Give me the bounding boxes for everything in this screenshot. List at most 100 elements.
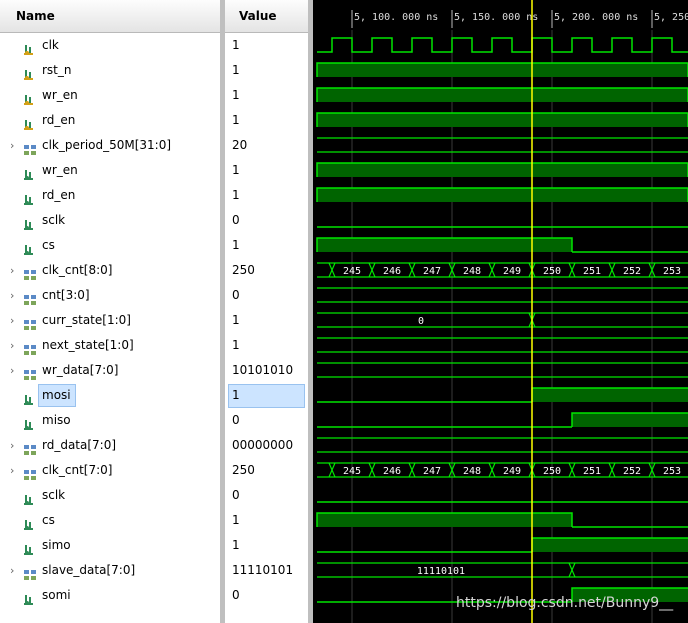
signal-value[interactable]: 250	[232, 258, 255, 283]
wire-signal-icon	[24, 240, 36, 255]
expand-chevron-icon[interactable]: ›	[10, 283, 14, 308]
signal-row[interactable]: › next_state[1:0]	[0, 333, 220, 358]
expand-chevron-icon[interactable]: ›	[10, 133, 14, 158]
bus-signal-icon	[24, 140, 36, 155]
wire-signal-icon	[24, 65, 36, 80]
signal-name: rd_data[7:0]	[42, 438, 117, 452]
signal-row[interactable]: › curr_state[1:0]	[0, 308, 220, 333]
signal-value[interactable]: 1	[232, 108, 240, 133]
signal-row[interactable]: somi	[0, 583, 220, 608]
signal-name: sclk	[42, 213, 66, 227]
wave-high-fill	[317, 63, 688, 77]
bus-value-label: 252	[623, 266, 641, 277]
signal-name: clk	[42, 38, 59, 52]
signal-name: somi	[42, 588, 71, 602]
bus-value-label: 250	[543, 466, 561, 477]
wave-high-fill	[317, 188, 688, 202]
bus-signal-icon	[24, 315, 36, 330]
signal-row[interactable]: sclk	[0, 483, 220, 508]
signal-row[interactable]: › rd_data[7:0]	[0, 433, 220, 458]
signal-value[interactable]: 1	[232, 308, 240, 333]
signal-row[interactable]: sclk	[0, 208, 220, 233]
wire-signal-icon	[24, 515, 36, 530]
expand-chevron-icon[interactable]: ›	[10, 308, 14, 333]
waveform-canvas[interactable]: 5, 100. 000 ns 5, 150. 000 ns 5, 200. 000 …	[313, 0, 688, 623]
wire-signal-icon	[24, 90, 36, 105]
time-label: 5, 150. 000 ns	[454, 12, 538, 23]
signal-value[interactable]: 0	[232, 483, 240, 508]
wire-signal-icon	[24, 190, 36, 205]
expand-chevron-icon[interactable]: ›	[10, 433, 14, 458]
bus-signal-icon	[24, 265, 36, 280]
signal-row[interactable]: › clk_period_50M[31:0]	[0, 133, 220, 158]
wave-high-fill	[317, 513, 572, 527]
signal-value[interactable]: 10101010	[232, 358, 293, 383]
signal-name: next_state[1:0]	[42, 338, 134, 352]
signal-row[interactable]: › slave_data[7:0]	[0, 558, 220, 583]
bus-value-label: 11110101	[417, 566, 465, 577]
expand-chevron-icon[interactable]: ›	[10, 258, 14, 283]
bus-value-label: 250	[543, 266, 561, 277]
wire-signal-icon	[24, 415, 36, 430]
bus-value-label: 253	[663, 466, 681, 477]
bus-value-label: 248	[463, 266, 481, 277]
signal-row[interactable]: rd_en	[0, 183, 220, 208]
signal-row[interactable]: › wr_data[7:0]	[0, 358, 220, 383]
signal-row[interactable]: clk	[0, 33, 220, 58]
signal-value[interactable]: 1	[232, 33, 240, 58]
expand-chevron-icon[interactable]: ›	[10, 358, 14, 383]
signal-name: rd_en	[42, 188, 76, 202]
signal-value[interactable]: 1	[232, 58, 240, 83]
expand-chevron-icon[interactable]: ›	[10, 558, 14, 583]
wire-signal-icon	[24, 590, 36, 605]
signal-value[interactable]: 250	[232, 458, 255, 483]
signal-row[interactable]: simo	[0, 533, 220, 558]
signal-row[interactable]: rd_en	[0, 108, 220, 133]
time-label: 5, 250.	[654, 12, 688, 23]
signal-value[interactable]: 00000000	[232, 433, 293, 458]
expand-chevron-icon[interactable]: ›	[10, 458, 14, 483]
signal-row[interactable]: rst_n	[0, 58, 220, 83]
signal-value[interactable]: 1	[232, 233, 240, 258]
bus-value-label: 246	[383, 466, 401, 477]
signal-row[interactable]: wr_en	[0, 83, 220, 108]
wave-high-fill	[572, 413, 688, 427]
signal-value[interactable]: 11110101	[232, 558, 293, 583]
signal-value[interactable]: 0	[232, 408, 240, 433]
signal-value[interactable]: 1	[232, 83, 240, 108]
bus-value-label: 252	[623, 466, 641, 477]
bus-signal-icon	[24, 290, 36, 305]
signal-value[interactable]: 1	[232, 508, 240, 533]
clk-wave	[317, 37, 688, 53]
signal-row[interactable]: wr_en	[0, 158, 220, 183]
wave-high-fill	[532, 388, 688, 402]
signal-value[interactable]: 1	[232, 333, 240, 358]
bus-value-label: 245	[343, 266, 361, 277]
bus-signal-icon	[24, 365, 36, 380]
value-column: Value 1 1 1 1 20 1 1 0 1 250 0 1 1 10101010 1 0 00000000…	[225, 0, 308, 623]
signal-row[interactable]: › clk_cnt[7:0]	[0, 458, 220, 483]
name-column: Name clk rst_n wr_en rd_en › clk_period_50M[3…	[0, 0, 220, 623]
signal-row[interactable]: mosi	[0, 383, 220, 408]
signal-name: mosi	[42, 388, 71, 402]
signal-row[interactable]: miso	[0, 408, 220, 433]
signal-value[interactable]: 0	[232, 283, 240, 308]
signal-value[interactable]: 1	[232, 158, 240, 183]
signal-value[interactable]: 0	[232, 583, 240, 608]
signal-row[interactable]: cs	[0, 508, 220, 533]
name-header[interactable]: Name	[0, 0, 220, 33]
signal-value[interactable]: 0	[232, 208, 240, 233]
signal-value[interactable]: 1	[232, 533, 240, 558]
signal-name: slave_data[7:0]	[42, 563, 136, 577]
signal-value[interactable]: 1	[232, 383, 240, 408]
signal-row[interactable]: › cnt[3:0]	[0, 283, 220, 308]
signal-row[interactable]: cs	[0, 233, 220, 258]
signal-value[interactable]: 1	[232, 183, 240, 208]
signal-name: clk_cnt[8:0]	[42, 263, 113, 277]
signal-row[interactable]: › clk_cnt[8:0]	[0, 258, 220, 283]
signal-value[interactable]: 20	[232, 133, 247, 158]
bus-value-label: 253	[663, 266, 681, 277]
wave-high-fill	[317, 238, 572, 252]
value-header[interactable]: Value	[225, 0, 308, 33]
expand-chevron-icon[interactable]: ›	[10, 333, 14, 358]
